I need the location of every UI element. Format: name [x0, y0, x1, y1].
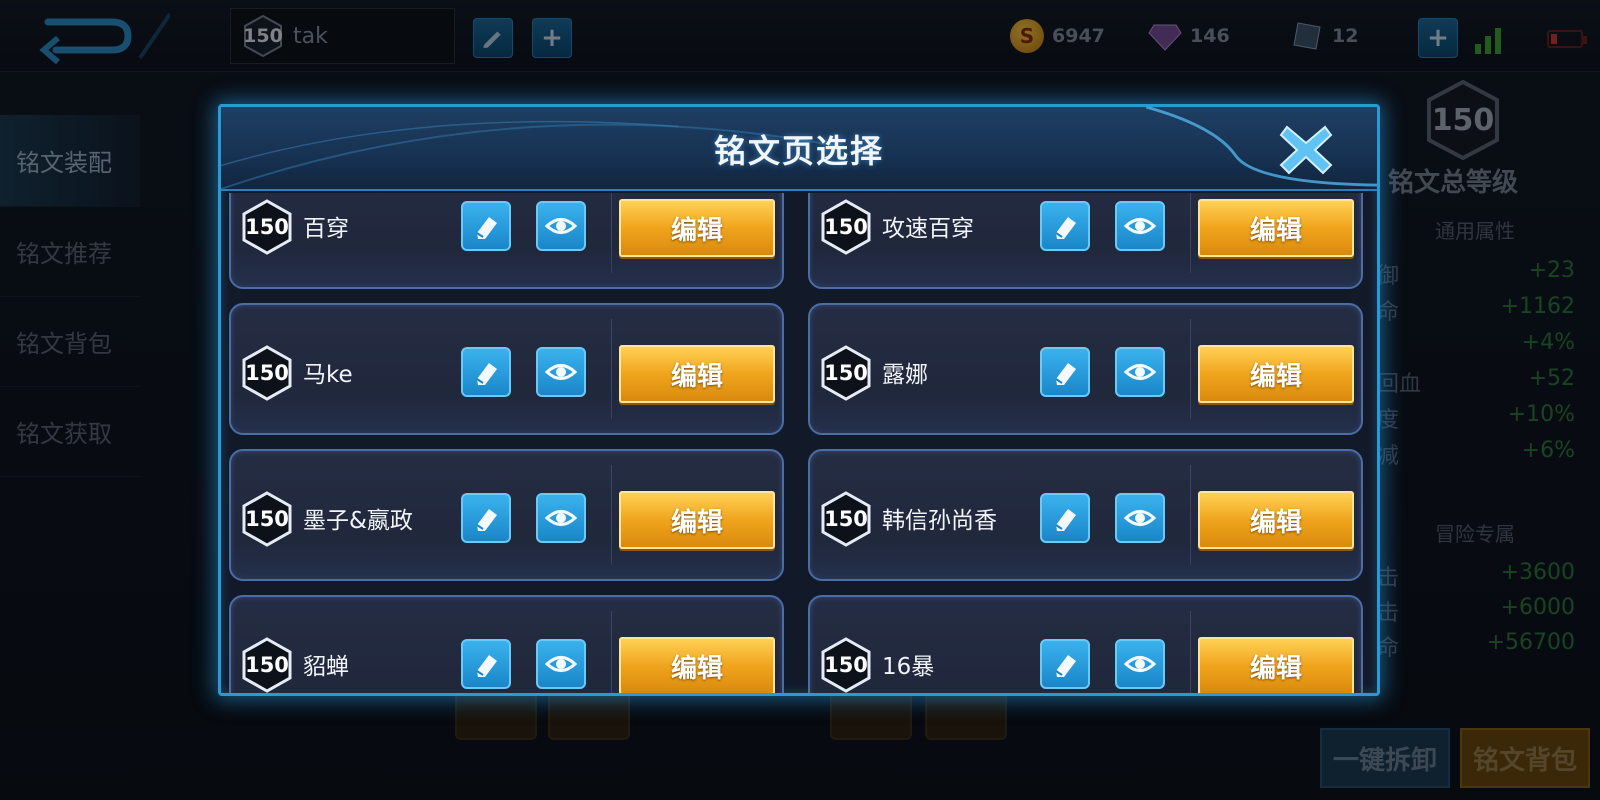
card-divider [611, 465, 612, 565]
eraser-icon [476, 655, 497, 677]
page-name: 貂蝉 [303, 654, 349, 680]
dialog-header: 铭文页选择 [221, 107, 1377, 191]
eye-icon [544, 656, 578, 672]
card-divider [611, 611, 612, 693]
eraser-icon [476, 509, 497, 531]
card-divider [611, 193, 612, 273]
eye-icon [544, 510, 578, 526]
page-name: 马ke [303, 362, 353, 388]
close-icon [1279, 125, 1333, 175]
eye-icon [1123, 364, 1157, 380]
page-level-badge: 150 [241, 199, 293, 255]
eye-icon [1123, 510, 1157, 526]
preview-page-button[interactable] [1115, 639, 1165, 689]
preview-page-button[interactable] [1115, 201, 1165, 251]
page-level-badge: 150 [820, 199, 872, 255]
preview-page-button[interactable] [1115, 347, 1165, 397]
edit-page-button[interactable]: 编辑 [619, 345, 775, 403]
page-level-badge: 150 [820, 491, 872, 547]
page-name: 百穿 [303, 216, 349, 242]
page-level-badge: 150 [241, 345, 293, 401]
edit-page-button[interactable]: 编辑 [1198, 491, 1354, 549]
card-divider [1190, 193, 1191, 273]
rename-page-button[interactable] [1040, 493, 1090, 543]
edit-page-button[interactable]: 编辑 [619, 637, 775, 693]
rune-page-list[interactable]: 150 百穿 编辑 150 攻速百穿 编辑 150 马ke 编辑 150 露娜 [221, 193, 1377, 693]
rename-page-button[interactable] [1040, 639, 1090, 689]
preview-page-button[interactable] [536, 201, 586, 251]
preview-page-button[interactable] [536, 493, 586, 543]
card-divider [1190, 465, 1191, 565]
page-level-badge: 150 [241, 491, 293, 547]
rune-page-select-dialog: 铭文页选择 150 百穿 编辑 150 攻速百穿 编辑 150 马ke 编辑 1… [218, 104, 1380, 696]
rune-page-card[interactable]: 150 露娜 编辑 [808, 303, 1363, 435]
eye-icon [544, 364, 578, 380]
rename-page-button[interactable] [1040, 347, 1090, 397]
eye-icon [544, 218, 578, 234]
edit-page-button[interactable]: 编辑 [1198, 637, 1354, 693]
page-level-badge: 150 [241, 637, 293, 693]
eye-icon [1123, 218, 1157, 234]
eraser-icon [1055, 217, 1076, 239]
page-name: 露娜 [882, 362, 928, 388]
rename-page-button[interactable] [1040, 201, 1090, 251]
page-name: 攻速百穿 [882, 216, 974, 242]
rename-page-button[interactable] [461, 347, 511, 397]
page-level-badge: 150 [820, 345, 872, 401]
eraser-icon [476, 217, 497, 239]
dialog-title: 铭文页选择 [713, 132, 884, 170]
eraser-icon [1055, 509, 1076, 531]
rune-page-card[interactable]: 150 墨子&嬴政 编辑 [229, 449, 784, 581]
edit-page-button[interactable]: 编辑 [1198, 345, 1354, 403]
card-divider [1190, 319, 1191, 419]
eraser-icon [476, 363, 497, 385]
page-name: 16暴 [882, 654, 935, 680]
eraser-icon [1055, 655, 1076, 677]
page-name: 韩信孙尚香 [882, 508, 997, 534]
card-divider [611, 319, 612, 419]
preview-page-button[interactable] [536, 639, 586, 689]
rune-page-card[interactable]: 150 攻速百穿 编辑 [808, 193, 1363, 289]
rename-page-button[interactable] [461, 493, 511, 543]
edit-page-button[interactable]: 编辑 [619, 199, 775, 257]
preview-page-button[interactable] [536, 347, 586, 397]
rune-page-card[interactable]: 150 貂蝉 编辑 [229, 595, 784, 693]
edit-page-button[interactable]: 编辑 [1198, 199, 1354, 257]
rune-page-card[interactable]: 150 马ke 编辑 [229, 303, 784, 435]
eraser-icon [1055, 363, 1076, 385]
rune-page-card[interactable]: 150 韩信孙尚香 编辑 [808, 449, 1363, 581]
rename-page-button[interactable] [461, 639, 511, 689]
rune-page-card[interactable]: 150 百穿 编辑 [229, 193, 784, 289]
card-divider [1190, 611, 1191, 693]
close-button[interactable] [1275, 119, 1337, 181]
page-level-badge: 150 [820, 637, 872, 693]
eye-icon [1123, 656, 1157, 672]
preview-page-button[interactable] [1115, 493, 1165, 543]
rename-page-button[interactable] [461, 201, 511, 251]
page-name: 墨子&嬴政 [303, 508, 413, 534]
edit-page-button[interactable]: 编辑 [619, 491, 775, 549]
rune-page-card[interactable]: 150 16暴 编辑 [808, 595, 1363, 693]
